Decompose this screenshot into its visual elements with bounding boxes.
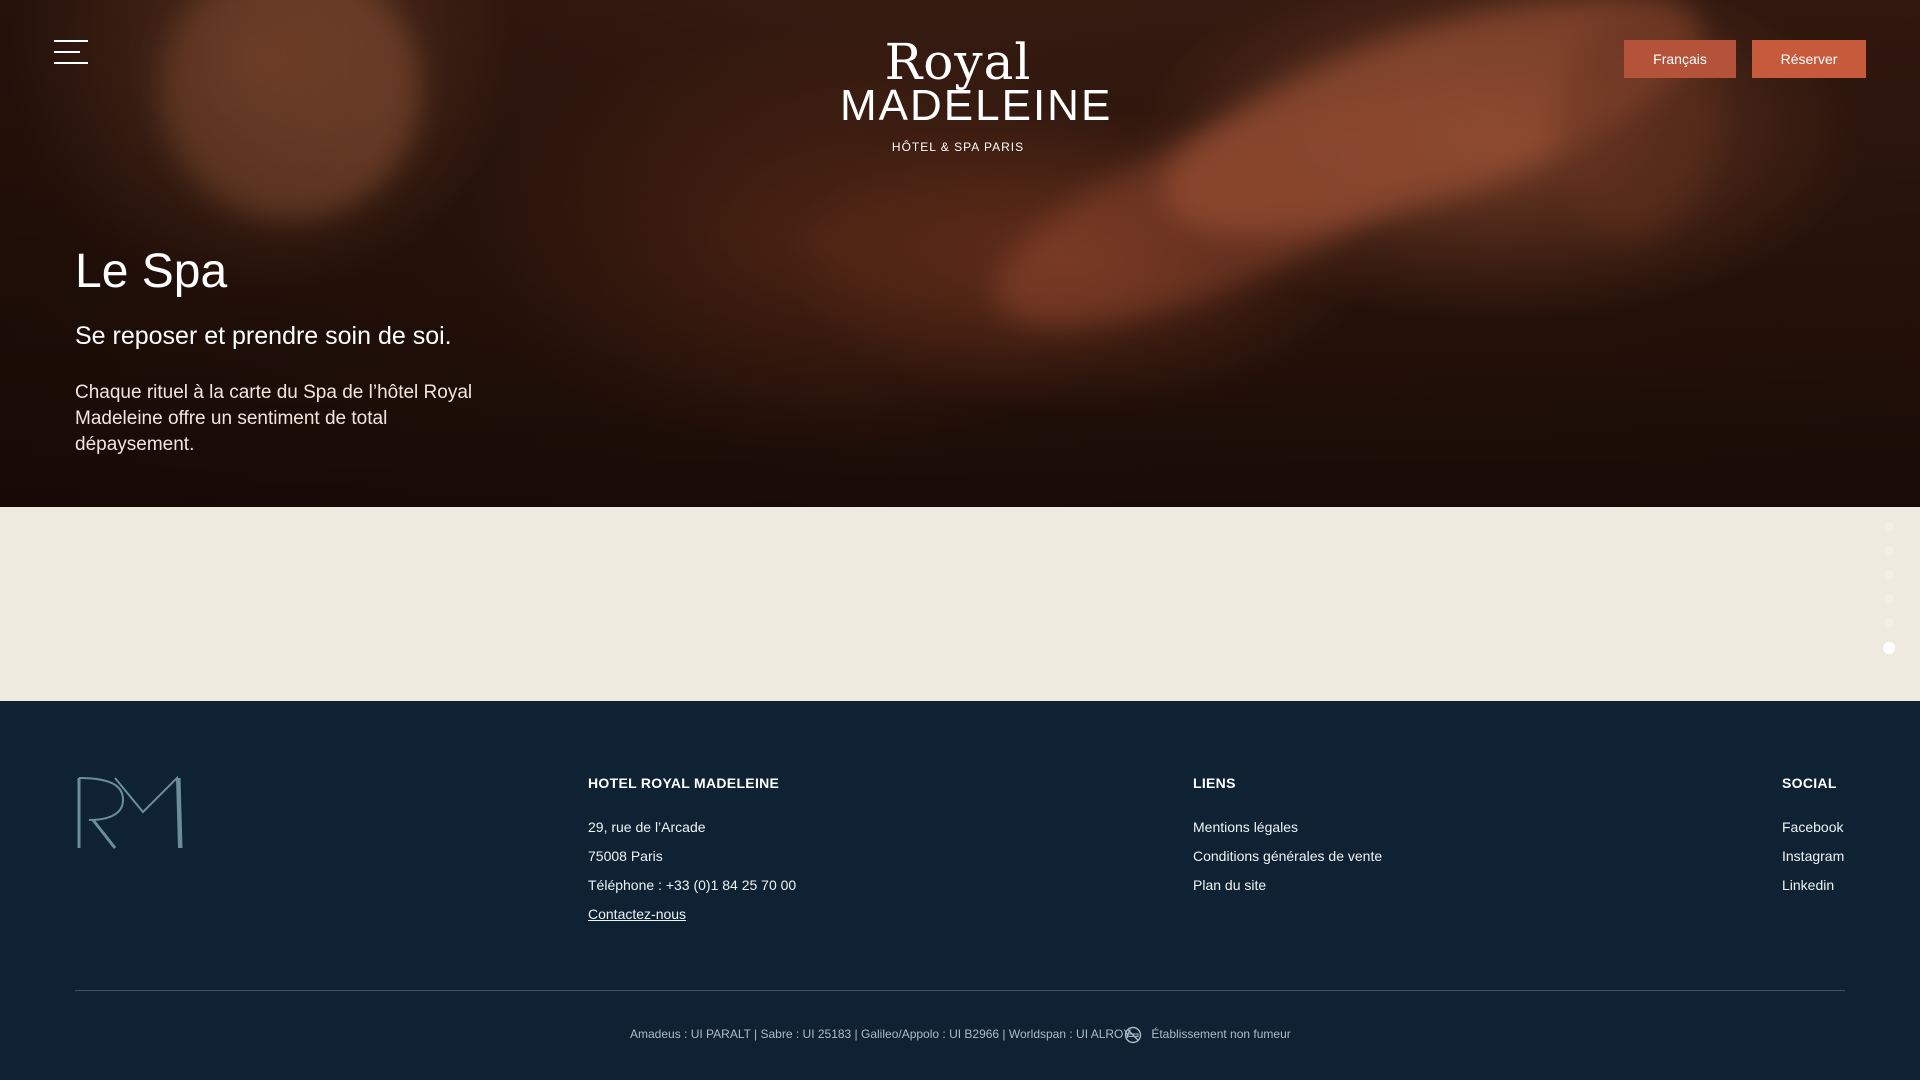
language-button[interactable]: Français <box>1624 40 1736 78</box>
footer-link-legal[interactable]: Mentions légales <box>1193 813 1382 842</box>
footer-link-facebook[interactable]: Facebook <box>1782 813 1844 842</box>
footer-contact-link[interactable]: Contactez-nous <box>588 900 796 929</box>
footer-social-heading: SOCIAL <box>1782 775 1837 791</box>
pagination-dot[interactable] <box>1884 522 1894 532</box>
footer-link-instagram[interactable]: Instagram <box>1782 842 1844 871</box>
footer-link-terms[interactable]: Conditions générales de vente <box>1193 842 1382 871</box>
footer-gds-codes: Amadeus : UI PARALT | Sabre : UI 25183 |… <box>630 1027 1132 1041</box>
pagination-dot[interactable] <box>1884 546 1894 556</box>
logo-tagline: HÔTEL & SPA PARIS <box>891 140 1025 154</box>
hero-description: Chaque rituel à la carte du Spa de l’hôt… <box>75 382 473 455</box>
hero-subtitle: Se reposer et prendre soin de soi. <box>75 322 452 350</box>
pagination-dot[interactable] <box>1884 570 1894 580</box>
non-smoking-label: Établissement non fumeur <box>1151 1027 1291 1042</box>
hamburger-menu-icon[interactable] <box>54 38 88 66</box>
footer-hotel-column: HOTEL ROYAL MADELEINE 29, rue de l’Arcad… <box>588 775 796 929</box>
pagination-dot[interactable] <box>1884 594 1894 604</box>
section-pagination <box>1883 522 1896 668</box>
footer-address-line: 29, rue de l’Arcade <box>588 819 706 835</box>
hero-banner: Royal MADELEINE HÔTEL & SPA PARIS França… <box>0 0 1920 507</box>
footer-link-sitemap[interactable]: Plan du site <box>1193 871 1382 900</box>
footer-links-column: LIENS Mentions légales Conditions généra… <box>1193 775 1382 900</box>
page-title: Le Spa <box>75 245 228 298</box>
footer-non-smoking: Établissement non fumeur <box>1124 1026 1291 1044</box>
rm-monogram-logo[interactable] <box>75 776 185 850</box>
footer-social-column: SOCIAL Facebook Instagram Linkedin <box>1782 775 1844 900</box>
footer: HOTEL ROYAL MADELEINE 29, rue de l’Arcad… <box>0 701 1920 1080</box>
logo-madeleine: MADELEINE <box>840 81 1113 130</box>
footer-address-city: 75008 Paris <box>588 848 663 864</box>
site-logo[interactable]: Royal MADELEINE HÔTEL & SPA PARIS <box>840 36 1113 154</box>
content-section <box>0 507 1920 701</box>
footer-phone: Téléphone : +33 (0)1 84 25 70 00 <box>588 877 797 893</box>
footer-hotel-heading: HOTEL ROYAL MADELEINE <box>588 775 780 791</box>
pagination-dot[interactable] <box>1884 618 1894 628</box>
footer-links-heading: LIENS <box>1193 775 1236 791</box>
book-button[interactable]: Réserver <box>1752 40 1866 78</box>
footer-link-linkedin[interactable]: Linkedin <box>1782 871 1844 900</box>
footer-divider <box>75 990 1845 991</box>
pagination-dot-active[interactable] <box>1883 642 1895 654</box>
no-smoking-icon <box>1124 1026 1142 1044</box>
